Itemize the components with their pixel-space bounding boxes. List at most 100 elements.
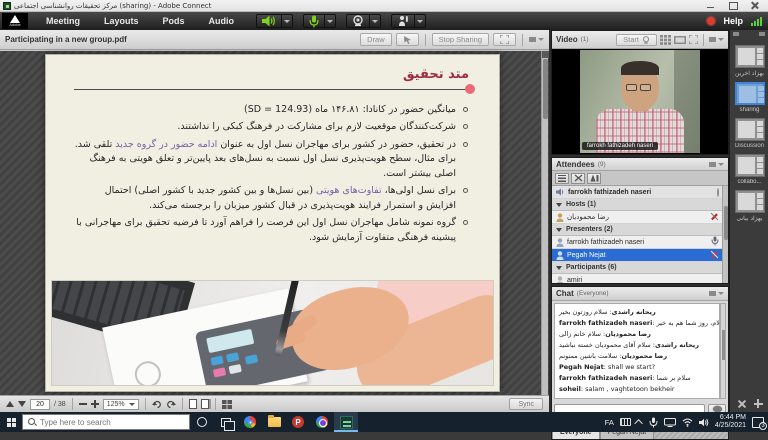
tray-expand-icon[interactable] <box>634 419 642 427</box>
video-fullscreen-icon[interactable] <box>689 35 698 44</box>
wifi-icon[interactable] <box>682 418 693 427</box>
breakout-icon <box>574 174 583 182</box>
layout-item-sharing-selected[interactable]: sharing <box>730 82 768 113</box>
slide-bullet: در تحقیق، حضور در کشور برای مهاجران نسل … <box>72 138 469 181</box>
undo-icon[interactable] <box>152 399 162 409</box>
taskbar-search[interactable] <box>22 414 190 430</box>
microphone-dropdown[interactable] <box>325 14 336 28</box>
participants-group-header[interactable]: Participants (6) <box>552 262 723 274</box>
stop-sharing-button[interactable]: Stop Sharing <box>432 33 489 46</box>
layouts-menu-icon[interactable] <box>733 32 739 36</box>
attendee-status-view-button[interactable] <box>587 173 601 184</box>
attendee-row-selected[interactable]: Pegah Nejat <box>552 249 723 262</box>
video-pod-menu-button[interactable] <box>709 37 724 42</box>
next-page-button[interactable] <box>18 401 26 407</box>
task-view-button[interactable] <box>214 412 238 432</box>
single-page-view-button[interactable] <box>189 399 197 409</box>
redo-icon[interactable] <box>166 399 176 409</box>
layouts-close-icon[interactable] <box>759 32 765 36</box>
layout-thumbnail <box>735 154 765 177</box>
attendees-pod: Attendees (9) <box>551 157 729 284</box>
layout-item[interactable]: بهزاد بیانی <box>730 190 768 222</box>
taskbar-clock[interactable]: 6:44 PM 4/25/2021 <box>715 414 746 430</box>
layout-item[interactable]: بهزاد آخرین <box>730 45 768 77</box>
status-dropdown[interactable] <box>415 14 426 28</box>
menu-layouts[interactable]: Layouts <box>92 16 151 26</box>
sync-button[interactable]: Sync <box>509 398 543 410</box>
previous-page-button[interactable] <box>6 401 14 407</box>
thumbnail-view-button[interactable] <box>222 400 232 409</box>
raise-hand-button[interactable] <box>391 14 415 28</box>
attendee-row[interactable]: amiri <box>552 274 723 283</box>
slide-scrollbar[interactable] <box>541 51 548 395</box>
menu-audio[interactable]: Audio <box>197 16 247 26</box>
file-explorer-button[interactable] <box>262 412 286 432</box>
speaker-button[interactable] <box>256 14 282 28</box>
breakout-view-button[interactable] <box>571 173 585 184</box>
action-center-button[interactable]: 3 <box>752 417 764 428</box>
attendee-list-view-button[interactable] <box>555 173 569 184</box>
folder-icon <box>268 417 281 427</box>
menu-meeting[interactable]: Meeting <box>34 16 92 26</box>
chat-pod-menu-button[interactable] <box>709 291 724 296</box>
layout-thumbnail <box>735 45 765 68</box>
language-indicator[interactable]: FA <box>605 418 614 427</box>
speaker-dropdown[interactable] <box>282 14 293 28</box>
layout-item[interactable]: Discussion <box>730 118 768 149</box>
presenters-group-header[interactable]: Presenters (2) <box>552 224 723 236</box>
add-layout-button[interactable] <box>754 399 763 408</box>
maximize-button[interactable] <box>729 2 737 9</box>
chrome-taskbar-button[interactable] <box>238 412 262 432</box>
chrome-profile-button[interactable] <box>310 412 334 432</box>
zoom-in-button[interactable] <box>91 400 99 408</box>
two-page-view-button[interactable] <box>201 399 209 409</box>
webcam-button[interactable] <box>346 14 370 28</box>
tray-display-icon[interactable] <box>664 418 676 427</box>
webcam-control <box>346 14 381 28</box>
menu-pods[interactable]: Pods <box>151 16 197 26</box>
draw-button[interactable]: Draw <box>360 33 392 46</box>
help-link[interactable]: Help <box>723 16 743 26</box>
shared-document-tab[interactable]: Participating in a new group.pdf <box>5 35 127 44</box>
start-button[interactable] <box>0 412 22 432</box>
zoom-level-select[interactable]: 125% <box>103 399 139 410</box>
adobe-logo: Adobe <box>2 13 28 29</box>
chat-message: ریحانه راشدیسلام روزتون بخیر <box>559 307 715 318</box>
fullscreen-icon <box>500 35 509 44</box>
pointer-tool-button[interactable] <box>396 33 419 46</box>
zoom-out-button[interactable] <box>79 403 87 405</box>
page-number-input[interactable]: 20 <box>30 399 50 410</box>
cortana-button[interactable] <box>190 412 214 432</box>
windows-taskbar: P FA 6:44 PM 4/25/2021 3 <box>0 412 768 432</box>
layout-item[interactable]: collabo... <box>730 154 768 185</box>
attendee-row[interactable]: رضا محمودیان <box>552 211 723 224</box>
chat-scrollbar[interactable] <box>720 303 726 399</box>
active-speaker-row[interactable]: farrokh fathizadeh naseri <box>552 186 723 199</box>
fullscreen-button[interactable] <box>493 33 516 46</box>
attendees-pod-menu-button[interactable] <box>709 162 724 167</box>
volume-icon[interactable] <box>699 418 709 427</box>
search-input[interactable] <box>40 418 170 427</box>
hosts-group-header[interactable]: Hosts (1) <box>552 199 723 211</box>
grid-view-icon[interactable] <box>660 35 671 45</box>
webcam-dropdown[interactable] <box>370 14 381 28</box>
attendees-scrollbar[interactable] <box>722 186 728 283</box>
slide-title-dot <box>465 84 475 94</box>
touch-keyboard-icon[interactable] <box>620 418 631 426</box>
minimize-button[interactable] <box>707 2 715 9</box>
layout-tools-icon[interactable] <box>737 399 746 408</box>
chat-message: farrokh fathizadeh naseriسلام بر شما <box>559 373 715 384</box>
p-app-button[interactable]: P <box>286 412 310 432</box>
attendee-row[interactable]: farrokh fathizadeh naseri <box>552 236 723 249</box>
share-pod-menu-button[interactable] <box>529 37 544 42</box>
adobe-connect-taskbar-button[interactable] <box>334 412 358 432</box>
tray-microphone-icon[interactable] <box>649 417 658 428</box>
chat-message: farrokh fathizadeh naseriسلام، روز شما ه… <box>559 318 715 329</box>
chat-message: رضا محمودیانسلام خانم زالی <box>559 329 715 340</box>
windows-logo-icon <box>7 418 16 427</box>
filmstrip-view-icon[interactable] <box>674 35 686 45</box>
microphone-button[interactable] <box>303 14 325 28</box>
presentation-slide: متد تحقیق میانگین حضور در کانادا: ۱۴۶.۸۱… <box>45 54 500 392</box>
close-button[interactable] <box>751 2 759 9</box>
start-webcam-button[interactable]: Start <box>616 34 657 46</box>
